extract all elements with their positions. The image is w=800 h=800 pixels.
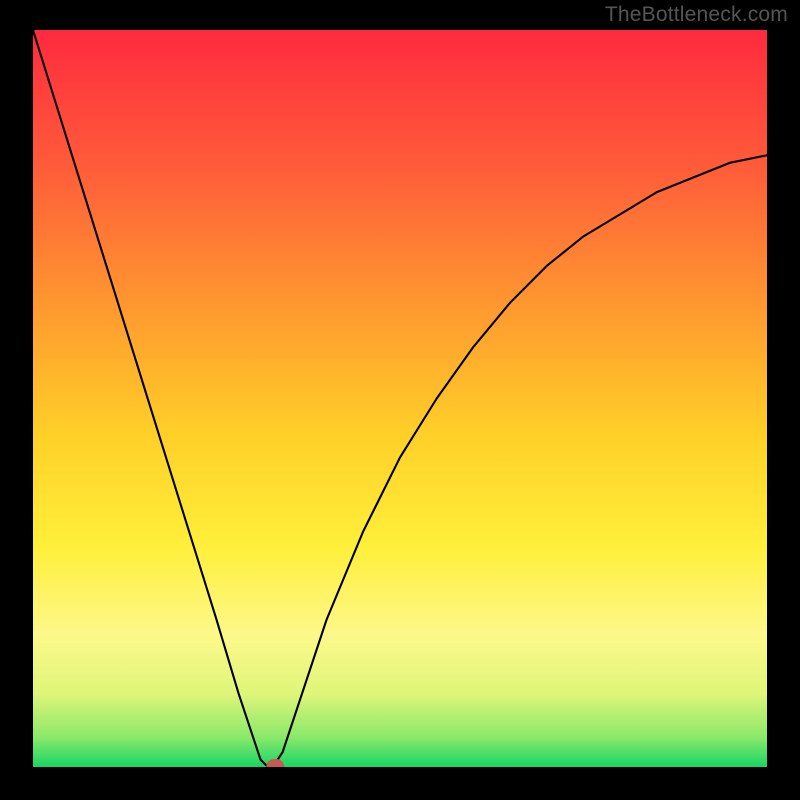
app-frame: TheBottleneck.com [0,0,800,800]
gradient-background [33,30,767,767]
bottleneck-curve-chart [33,30,767,767]
chart-container [33,30,767,767]
watermark-label: TheBottleneck.com [605,3,788,27]
